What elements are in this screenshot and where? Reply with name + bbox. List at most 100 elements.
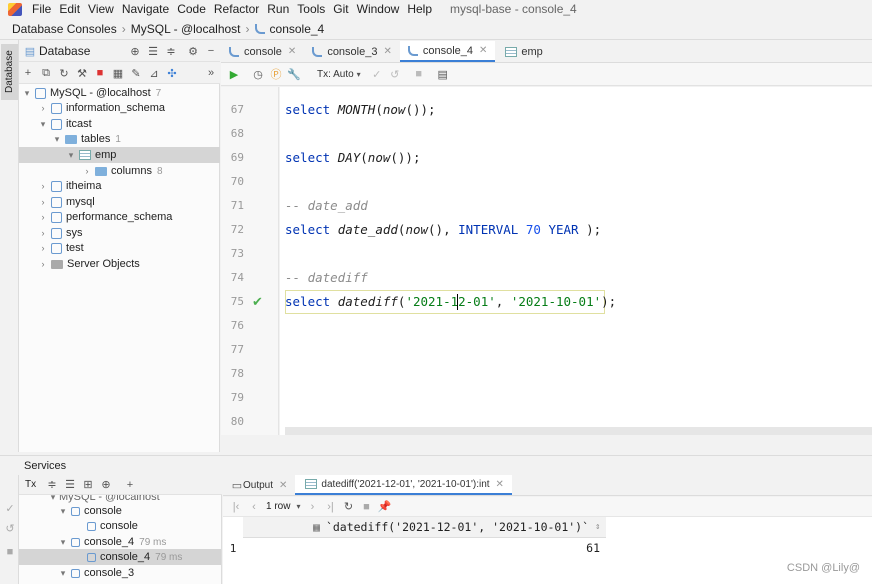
tree-node-schema[interactable]: › performance_schema xyxy=(37,209,173,225)
breadcrumb-item[interactable]: console_4 xyxy=(270,22,325,36)
tab-result[interactable]: datediff('2021-12-01', '2021-10-01'):int… xyxy=(295,475,512,495)
wrench-icon[interactable]: 🔧 xyxy=(285,65,303,83)
panel-title: Database xyxy=(39,44,91,58)
tree-node-console[interactable]: ▾ console_3 xyxy=(57,565,134,581)
menu-file[interactable]: File xyxy=(28,2,55,16)
profile-icon[interactable]: Ⓟ xyxy=(267,65,285,83)
add-icon[interactable]: + xyxy=(121,476,139,494)
stop-icon[interactable]: ■ xyxy=(357,498,375,516)
folder-icon xyxy=(65,134,77,144)
stop-icon[interactable]: ■ xyxy=(91,64,109,82)
last-page-icon[interactable]: ›| xyxy=(321,498,339,516)
refresh-icon[interactable]: ↻ xyxy=(55,64,73,82)
expand-all-icon[interactable]: ≑ xyxy=(162,42,180,60)
menu-view[interactable]: View xyxy=(84,2,118,16)
tree-node-schema[interactable]: › sys xyxy=(37,225,83,241)
line-number: 76 xyxy=(230,319,244,332)
menu-refactor[interactable]: Refactor xyxy=(210,2,263,16)
result-cell[interactable]: 61 xyxy=(243,538,606,558)
add-icon[interactable]: + xyxy=(19,64,37,82)
properties-icon[interactable]: ⚒ xyxy=(73,64,91,82)
menu-edit[interactable]: Edit xyxy=(55,2,84,16)
tree-node-schema[interactable]: › mysql xyxy=(37,194,95,210)
copy-icon[interactable]: ⧉ xyxy=(37,64,55,82)
tree-node-session[interactable]: console xyxy=(85,518,138,534)
text-caret xyxy=(457,294,458,310)
menu-run[interactable]: Run xyxy=(263,2,293,16)
group-icon[interactable]: ⊞ xyxy=(79,476,97,494)
tree-node-connection[interactable]: ▾ MySQL - @localhost 7 xyxy=(21,85,220,101)
menu-git[interactable]: Git xyxy=(329,2,352,16)
horizontal-scrollbar[interactable] xyxy=(285,427,872,435)
menu-code[interactable]: Code xyxy=(173,2,210,16)
tree-node-session-selected[interactable]: console_4 79 ms xyxy=(19,549,221,565)
chevron-right-icon: › xyxy=(41,103,45,113)
tx-label[interactable]: Tx xyxy=(25,479,43,490)
new-tab-icon[interactable]: ⊕ xyxy=(97,476,115,494)
code-editor[interactable]: select MONTH(now()); select DAY(now()); … xyxy=(280,87,872,435)
tab-output[interactable]: ▭ Output ✕ xyxy=(223,475,295,495)
menu-navigate[interactable]: Navigate xyxy=(118,2,173,16)
filter-icon[interactable]: ⊿ xyxy=(145,64,163,82)
close-icon[interactable]: ✕ xyxy=(479,45,487,56)
schema-icon xyxy=(51,196,62,208)
refresh-icon[interactable]: ↻ xyxy=(339,498,357,516)
rollback-icon[interactable]: ↺ xyxy=(386,65,404,83)
commit-icon[interactable]: ✓ xyxy=(368,65,386,83)
jump-icon[interactable]: ✣ xyxy=(163,64,181,82)
prev-page-icon[interactable]: ‹ xyxy=(245,498,263,516)
chevron-down-icon: ▾ xyxy=(296,502,301,511)
tab-console[interactable]: console ✕ xyxy=(221,41,304,62)
tree-node-schema[interactable]: ▾ itcast xyxy=(37,116,92,132)
more-icon[interactable]: » xyxy=(202,64,220,82)
stop-icon[interactable]: ■ xyxy=(1,543,19,561)
rollback-icon[interactable]: ↺ xyxy=(1,519,19,537)
stop-icon[interactable]: ■ xyxy=(410,65,428,83)
chevron-down-icon: ▾ xyxy=(68,149,74,160)
tx-mode-select[interactable]: Tx: Auto xyxy=(317,69,354,80)
tree-node-console[interactable]: ▾ console xyxy=(57,503,122,519)
clock-icon[interactable]: ◷ xyxy=(249,65,267,83)
column-header[interactable]: ▦ `datediff('2021-12-01', '2021-10-01')` ⇕ xyxy=(243,517,606,538)
tree-node-tables[interactable]: ▾ tables 1 xyxy=(51,131,121,147)
collapse-all-icon[interactable]: ☰ xyxy=(144,42,162,60)
sort-icon[interactable]: ⇕ xyxy=(595,522,600,532)
database-tool-tab[interactable]: Database xyxy=(1,44,18,100)
collapse-all-icon[interactable]: ☰ xyxy=(61,476,79,494)
tab-console-3[interactable]: console_3 ✕ xyxy=(304,41,400,62)
minimize-icon[interactable]: − xyxy=(202,42,220,60)
row-count-select[interactable]: 1 row xyxy=(266,501,290,512)
chevron-down-icon: ▾ xyxy=(60,567,66,578)
layout-icon[interactable]: ▤ xyxy=(434,65,452,83)
tab-emp[interactable]: emp xyxy=(495,41,550,62)
table-view-icon[interactable]: ▦ xyxy=(109,64,127,82)
gear-icon[interactable]: ⚙ xyxy=(184,42,202,60)
tree-node-console[interactable]: ▾ console_4 79 ms xyxy=(57,534,167,550)
menu-help[interactable]: Help xyxy=(403,2,436,16)
chevron-down-icon: ▾ xyxy=(40,118,46,129)
menu-window[interactable]: Window xyxy=(353,2,404,16)
tree-node-server-objects[interactable]: › Server Objects xyxy=(37,256,140,272)
tree-node-schema[interactable]: › information_schema xyxy=(37,100,166,116)
pin-icon[interactable]: 📌 xyxy=(375,498,393,516)
close-icon[interactable]: ✕ xyxy=(496,479,504,490)
first-page-icon[interactable]: |‹ xyxy=(227,498,245,516)
breadcrumb-item[interactable]: Database Consoles xyxy=(12,22,117,36)
close-icon[interactable]: ✕ xyxy=(288,46,296,57)
tree-node-schema[interactable]: › test xyxy=(37,240,84,256)
next-page-icon[interactable]: › xyxy=(303,498,321,516)
menu-tools[interactable]: Tools xyxy=(293,2,329,16)
check-icon[interactable]: ✓ xyxy=(1,499,19,517)
tree-node-columns[interactable]: › columns 8 xyxy=(81,163,163,179)
close-icon[interactable]: ✕ xyxy=(383,46,391,57)
breadcrumb-item[interactable]: MySQL - @localhost xyxy=(131,22,241,36)
close-icon[interactable]: ✕ xyxy=(279,480,287,491)
tree-node-table-emp[interactable]: ▾ emp xyxy=(19,147,220,163)
chevron-right-icon: › xyxy=(245,22,250,36)
expand-all-icon[interactable]: ≑ xyxy=(43,476,61,494)
run-icon[interactable]: ▶ xyxy=(225,65,243,83)
tab-console-4[interactable]: console_4 ✕ xyxy=(399,41,496,62)
edit-icon[interactable]: ✎ xyxy=(127,64,145,82)
target-icon[interactable]: ⊕ xyxy=(126,42,144,60)
tree-node-schema[interactable]: › itheima xyxy=(37,178,102,194)
